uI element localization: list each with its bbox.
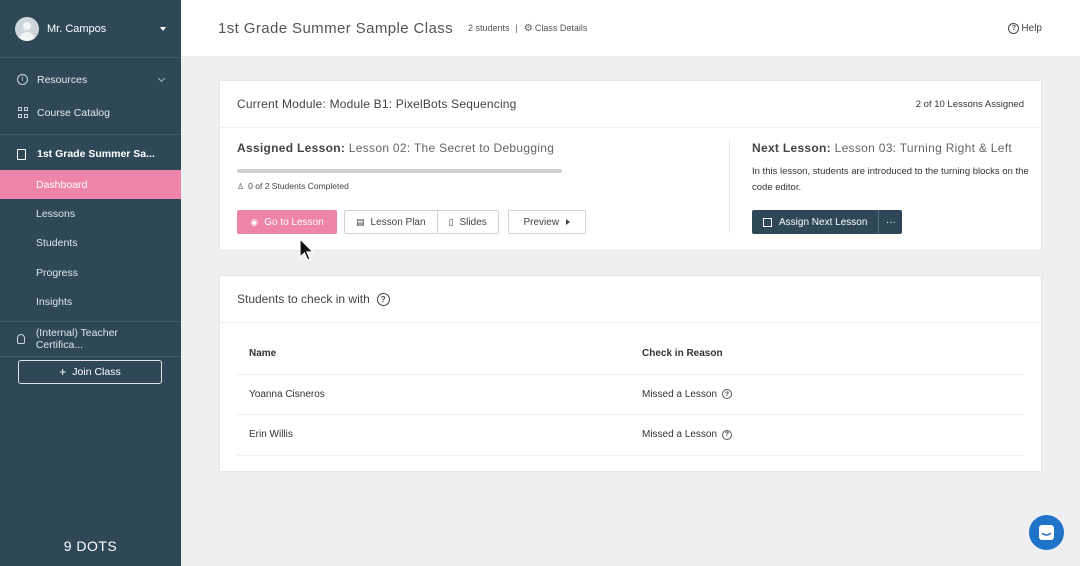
sidebar-item-dashboard[interactable]: Dashboard — [0, 170, 181, 200]
help-label: Help — [1021, 22, 1042, 34]
join-class-button[interactable]: + Join Class — [18, 360, 162, 384]
slides-label: Slides — [459, 216, 487, 228]
column-header-reason: Check in Reason — [642, 348, 723, 360]
vertical-divider — [729, 139, 730, 233]
caret-down-icon — [160, 26, 166, 31]
help-link[interactable]: ? Help — [1008, 22, 1042, 34]
info-icon: i — [17, 74, 28, 85]
class-title-label: 1st Grade Summer Sa... — [37, 148, 155, 160]
sidebar-item-course-catalog[interactable]: Course Catalog — [0, 96, 181, 129]
page-title: 1st Grade Summer Sample Class — [218, 19, 454, 37]
sidebar-item-label: Resources — [37, 73, 88, 86]
sidebar-item-label: Lessons — [36, 208, 76, 221]
avatar — [15, 16, 39, 41]
sidebar-item-progress[interactable]: Progress — [0, 258, 181, 287]
help-icon: ? — [1008, 22, 1020, 34]
go-to-lesson-label: Go to Lesson — [264, 216, 324, 228]
book-icon — [17, 148, 26, 160]
sidebar: Mr. Campos i Resources Course Catalog 1s… — [0, 0, 181, 566]
gear-icon: ⚙ — [523, 22, 533, 34]
document-icon: ▤ — [356, 216, 365, 227]
students-card-title: Students to check in with — [237, 292, 370, 306]
sidebar-item-label: (Internal) Teacher Certifica... — [35, 326, 118, 351]
table-row[interactable]: Erin Willis Missed a Lesson ? — [237, 415, 1024, 456]
lesson-plan-label: Lesson Plan — [370, 216, 426, 228]
module-card: Current Module: Module B1: PixelBots Seq… — [219, 80, 1042, 251]
next-lesson-title: Lesson 03: Turning Right & Left — [834, 141, 1012, 155]
completion-status: ♙ 0 of 2 Students Completed — [237, 181, 717, 191]
assign-next-lesson-button[interactable]: Assign Next Lesson — [752, 210, 879, 234]
brand-logo: 9 DOTS — [63, 538, 118, 554]
assign-icon — [763, 217, 772, 227]
assigned-lesson-title: Lesson 02: The Secret to Debugging — [348, 141, 555, 155]
table-row[interactable]: Yoanna Cisneros Missed a Lesson ? — [237, 375, 1024, 415]
chat-icon — [1039, 525, 1054, 540]
sidebar-item-label: Course Catalog — [37, 106, 110, 119]
student-name: Erin Willis — [249, 429, 293, 441]
help-icon[interactable]: ? — [722, 429, 733, 440]
more-options-button[interactable]: ··· — [878, 210, 903, 234]
lesson-plan-button[interactable]: ▤ Lesson Plan — [344, 210, 438, 234]
students-table: Name Check in Reason Yoanna Cisneros Mis… — [237, 334, 1024, 456]
chevron-down-icon — [157, 74, 166, 82]
help-icon[interactable]: ? — [376, 292, 390, 306]
assign-next-label: Assign Next Lesson — [779, 216, 868, 228]
sidebar-item-insights[interactable]: Insights — [0, 288, 181, 317]
next-lesson-description: In this lesson, students are introduced … — [752, 166, 1029, 193]
students-card: Students to check in with ? Name Check i… — [219, 275, 1042, 472]
check-in-reason: Missed a Lesson — [642, 429, 718, 441]
check-in-reason: Missed a Lesson — [642, 388, 718, 400]
person-icon: ♙ — [237, 181, 245, 191]
column-header-name: Name — [249, 348, 277, 360]
help-icon[interactable]: ? — [722, 389, 733, 400]
lightbulb-icon — [17, 333, 25, 344]
file-icon: ▯ — [448, 216, 454, 227]
student-name: Yoanna Cisneros — [249, 388, 325, 400]
mouse-cursor-icon — [299, 238, 315, 261]
chat-launcher-button[interactable] — [1029, 515, 1064, 550]
student-count[interactable]: 2 students — [468, 23, 510, 33]
play-icon — [566, 219, 571, 225]
class-details-link[interactable]: ⚙ Class Details — [524, 23, 587, 34]
join-class-label: Join Class — [72, 366, 121, 378]
assigned-lesson-label: Assigned Lesson: — [237, 141, 346, 155]
header-separator: | — [515, 23, 518, 33]
preview-label: Preview — [523, 216, 560, 228]
grid-icon — [17, 107, 28, 118]
sidebar-item-label: Students — [36, 237, 78, 250]
user-name: Mr. Campos — [47, 22, 107, 35]
table-header: Name Check in Reason — [237, 334, 1024, 375]
sidebar-item-certification[interactable]: (Internal) Teacher Certifica... — [0, 320, 181, 357]
sidebar-class-title[interactable]: 1st Grade Summer Sa... — [0, 138, 181, 170]
next-lesson-label: Next Lesson: — [752, 141, 831, 155]
user-menu[interactable]: Mr. Campos — [0, 0, 181, 58]
sidebar-item-students[interactable]: Students — [0, 229, 181, 258]
sidebar-item-label: Progress — [36, 266, 79, 279]
sidebar-item-label: Dashboard — [36, 178, 88, 191]
assigned-lesson: Assigned Lesson: Lesson 02: The Secret t… — [237, 141, 717, 155]
sidebar-item-lessons[interactable]: Lessons — [0, 199, 181, 228]
lessons-assigned-count: 2 of 10 Lessons Assigned — [915, 98, 1024, 110]
class-details-label: Class Details — [534, 23, 588, 33]
sidebar-item-resources[interactable]: i Resources — [0, 63, 181, 96]
go-to-lesson-button[interactable]: ◉ Go to Lesson — [237, 210, 337, 234]
completion-text: 0 of 2 Students Completed — [248, 181, 349, 191]
plus-icon: + — [59, 365, 67, 379]
preview-button[interactable]: Preview — [507, 210, 586, 234]
slides-button[interactable]: ▯ Slides — [437, 210, 499, 234]
page-header: 1st Grade Summer Sample Class 2 students… — [181, 0, 1080, 56]
sidebar-item-label: Insights — [36, 296, 73, 309]
next-lesson: Next Lesson: Lesson 03: Turning Right & … — [752, 141, 1032, 155]
lesson-progress-bar — [237, 169, 562, 173]
module-title: Current Module: Module B1: PixelBots Seq… — [237, 97, 517, 111]
eye-icon: ◉ — [250, 216, 259, 227]
